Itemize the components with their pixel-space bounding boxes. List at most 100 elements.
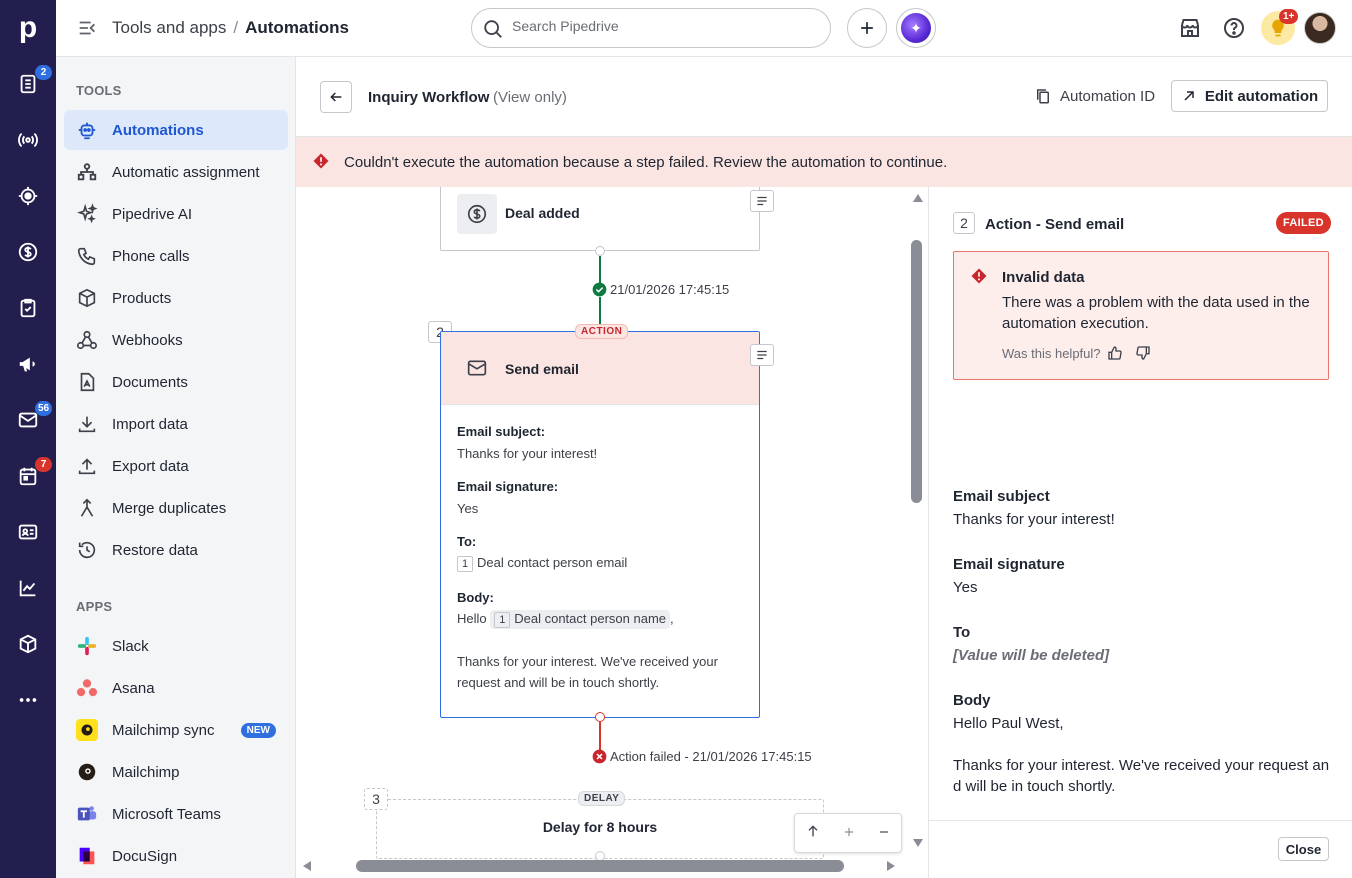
delay-pill: DELAY — [578, 791, 626, 806]
body-label: Body: — [457, 590, 494, 605]
sidebar-item-label: Pipedrive AI — [112, 205, 193, 223]
sidebar-item-slack[interactable]: Slack — [64, 626, 288, 666]
horizontal-scrollbar[interactable] — [296, 855, 908, 878]
error-diamond-icon — [313, 153, 329, 169]
breadcrumb-parent[interactable]: Tools and apps — [112, 18, 226, 37]
detail-signature-label: Email signature — [953, 556, 1065, 573]
action-fields: Email subject: Thanks for your interest!… — [457, 424, 747, 693]
search-input[interactable] — [512, 18, 812, 34]
scroll-up-arrow-icon[interactable] — [912, 193, 924, 203]
sidebar-item-label: Products — [112, 289, 172, 307]
tools-section-title: TOOLS — [76, 83, 122, 98]
automation-id-label: Automation ID — [1060, 87, 1156, 105]
thumbs-down-icon[interactable] — [1135, 345, 1151, 361]
action-card[interactable]: Send email Email subject: Thanks for you… — [440, 331, 760, 718]
edit-automation-button[interactable]: Edit automation — [1171, 80, 1328, 112]
zoom-out-icon[interactable] — [877, 823, 891, 844]
sidebar-item-pipedrive-ai[interactable]: Pipedrive AI — [64, 194, 288, 234]
sidebar-item-webhooks[interactable]: Webhooks — [64, 320, 288, 360]
scroll-down-arrow-icon[interactable] — [912, 838, 924, 848]
help-icon[interactable] — [1222, 16, 1246, 40]
ai-assistant-button[interactable]: ✦ — [896, 8, 936, 48]
mailchimp-icon — [76, 719, 98, 741]
delay-card[interactable]: Delay for 8 hours — [376, 799, 824, 859]
sidebar-item-label: Import data — [112, 415, 188, 433]
avatar[interactable] — [1304, 12, 1336, 44]
trigger-notes-icon[interactable] — [750, 190, 774, 212]
mailchimp-icon — [76, 761, 98, 783]
deals-icon[interactable]: 2 — [0, 64, 56, 104]
automation-header: Inquiry Workflow (View only) Automation … — [296, 57, 1352, 137]
sidebar-item-automations[interactable]: Automations — [64, 110, 288, 150]
mail-icon[interactable]: 56 — [0, 400, 56, 440]
envelope-icon — [467, 360, 487, 376]
top-bar: Tools and apps / Automations ✦ 1+ — [56, 0, 1352, 57]
arrow-up-icon[interactable] — [805, 823, 821, 844]
workflow-canvas[interactable]: Deal added 21/01/2026 17:45:15 2 Send em… — [296, 187, 928, 878]
automation-id-button[interactable]: Automation ID — [1034, 87, 1155, 105]
sidebar-item-mailchimp-sync[interactable]: Mailchimp sync NEW — [64, 710, 288, 750]
action-notes-icon[interactable] — [750, 344, 774, 366]
tools-sidebar: TOOLS Automations Automatic assignment P… — [56, 57, 296, 878]
error-banner: Couldn't execute the automation because … — [296, 137, 1352, 187]
detail-to-value: [Value will be deleted] — [953, 647, 1110, 664]
zoom-in-icon[interactable] — [842, 823, 856, 844]
pipedrive-logo[interactable]: p — [0, 0, 56, 56]
new-badge: NEW — [240, 723, 276, 738]
detail-signature-value: Yes — [953, 579, 978, 596]
vertical-scrollbar[interactable] — [908, 187, 928, 878]
horizontal-scroll-thumb[interactable] — [356, 860, 844, 872]
clipboard-icon[interactable] — [0, 288, 56, 328]
detail-body-text: Thanks for your interest. We've received… — [953, 757, 1330, 795]
vertical-scroll-thumb[interactable] — [911, 240, 922, 503]
sidebar-item-label: Microsoft Teams — [112, 805, 221, 823]
upload-icon — [76, 455, 98, 477]
sidebar-item-microsoft-teams[interactable]: Microsoft Teams — [64, 794, 288, 834]
close-button[interactable]: Close — [1278, 837, 1329, 861]
target-icon[interactable] — [0, 176, 56, 216]
sidebar-item-mailchimp[interactable]: Mailchimp — [64, 752, 288, 792]
sidebar-item-asana[interactable]: Asana — [64, 668, 288, 708]
dollar-icon[interactable] — [0, 232, 56, 272]
add-button[interactable] — [847, 8, 887, 48]
body-token-text: Deal contact person name — [514, 611, 667, 626]
sidebar-item-label: Automatic assignment — [112, 163, 260, 181]
contacts-icon[interactable] — [0, 512, 56, 552]
edit-automation-label: Edit automation — [1204, 87, 1319, 105]
menu-collapse-icon[interactable] — [76, 17, 98, 39]
sidebar-item-products[interactable]: Products — [64, 278, 288, 318]
sidebar-item-import-data[interactable]: Import data — [64, 404, 288, 444]
sidebar-item-export-data[interactable]: Export data — [64, 446, 288, 486]
history-icon — [76, 539, 98, 561]
sidebar-item-label: Mailchimp sync — [112, 721, 215, 739]
scroll-left-arrow-icon[interactable] — [302, 860, 312, 872]
box-icon[interactable] — [0, 624, 56, 664]
back-button[interactable] — [320, 81, 352, 113]
broadcast-icon[interactable] — [0, 120, 56, 160]
body-step-ref: 1 — [494, 612, 511, 628]
sidebar-item-restore-data[interactable]: Restore data — [64, 530, 288, 570]
copy-icon — [1037, 89, 1049, 104]
marketplace-icon[interactable] — [1178, 16, 1202, 40]
trigger-card[interactable]: Deal added — [440, 187, 760, 251]
sidebar-item-merge-duplicates[interactable]: Merge duplicates — [64, 488, 288, 528]
cube-icon — [76, 287, 98, 309]
error-diamond-icon — [971, 268, 987, 284]
action-title: Send email — [505, 361, 579, 377]
sidebar-item-documents[interactable]: Documents — [64, 362, 288, 402]
apps-section-title: APPS — [76, 599, 113, 614]
calendar-icon[interactable]: 7 — [0, 456, 56, 496]
chart-icon[interactable] — [0, 568, 56, 608]
sidebar-item-phone-calls[interactable]: Phone calls — [64, 236, 288, 276]
scroll-right-arrow-icon[interactable] — [886, 860, 896, 872]
notification-badge: 1+ — [1279, 9, 1299, 24]
sidebar-item-docusign[interactable]: DocuSign — [64, 836, 288, 876]
thumbs-up-icon[interactable] — [1107, 345, 1123, 361]
more-icon[interactable] — [0, 680, 56, 720]
megaphone-icon[interactable] — [0, 344, 56, 384]
search-box[interactable] — [471, 8, 831, 48]
sidebar-item-automatic-assignment[interactable]: Automatic assignment — [64, 152, 288, 192]
body-prefix: Hello — [457, 611, 487, 626]
docusign-icon — [76, 845, 98, 867]
webhook-icon — [76, 329, 98, 351]
